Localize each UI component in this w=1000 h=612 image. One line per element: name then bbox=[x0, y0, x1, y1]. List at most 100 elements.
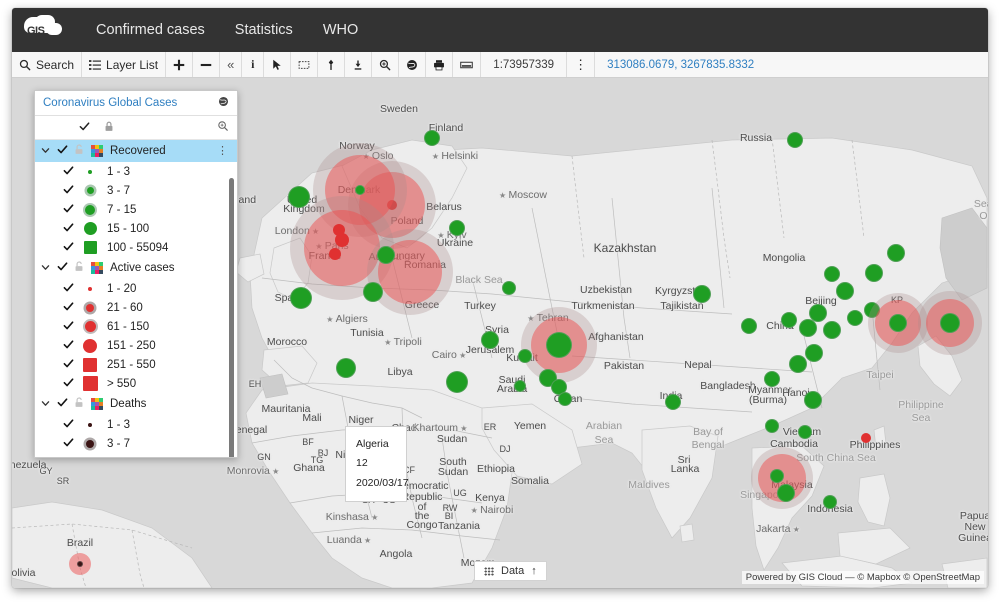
nav-statistics[interactable]: Statistics bbox=[235, 16, 293, 44]
check-icon[interactable] bbox=[63, 358, 73, 372]
chevron-down-icon[interactable] bbox=[41, 146, 50, 157]
check-icon[interactable] bbox=[63, 377, 73, 391]
legend-symbol bbox=[81, 222, 99, 235]
layer-class-item[interactable]: 3 - 7 bbox=[35, 434, 237, 453]
layer-class-item[interactable]: 1 - 20 bbox=[35, 279, 237, 298]
measure-button[interactable] bbox=[318, 52, 345, 77]
layer-class-label: 7 - 15 bbox=[107, 457, 136, 458]
layer-class-item[interactable]: 151 - 250 bbox=[35, 336, 237, 355]
check-icon[interactable] bbox=[63, 282, 73, 296]
map-coordinates[interactable]: 313086.0679, 3267835.8332 bbox=[595, 52, 766, 77]
layer-class-label: > 550 bbox=[107, 378, 136, 390]
layer-group-active-cases[interactable]: Active cases bbox=[35, 257, 237, 279]
logo-text: GIS bbox=[27, 25, 44, 37]
legend-symbol bbox=[81, 339, 99, 353]
nav-confirmed-cases[interactable]: Confirmed cases bbox=[96, 16, 205, 44]
layer-class-item[interactable]: 21 - 60 bbox=[35, 298, 237, 317]
layer-group-recovered[interactable]: Recovered ⋮ bbox=[35, 140, 237, 162]
layer-list-label: Layer List bbox=[106, 58, 158, 72]
check-icon[interactable] bbox=[63, 203, 73, 217]
popup-date: 2020/03/17 bbox=[356, 474, 396, 493]
check-icon[interactable] bbox=[57, 261, 67, 275]
layer-list-button[interactable]: Layer List bbox=[82, 52, 166, 77]
check-icon[interactable] bbox=[63, 165, 73, 179]
legend-button[interactable] bbox=[453, 52, 481, 77]
legend-swatch-g-square bbox=[84, 241, 97, 254]
check-icon[interactable] bbox=[63, 241, 73, 255]
legend-swatch-d-ring-sm bbox=[86, 440, 94, 448]
layer-class-item[interactable]: 251 - 550 bbox=[35, 355, 237, 374]
check-all-icon[interactable] bbox=[79, 119, 90, 137]
legend-swatch-d-dot-xs bbox=[88, 423, 92, 427]
style-palette-icon bbox=[91, 262, 103, 274]
gis-cloud-app-window: GIS Confirmed cases Statistics WHO Searc… bbox=[12, 8, 988, 588]
magnify-button[interactable] bbox=[372, 52, 399, 77]
search-button[interactable]: Search bbox=[12, 52, 82, 77]
layer-panel-title[interactable]: Coronavirus Global Cases bbox=[43, 97, 218, 109]
check-icon[interactable] bbox=[57, 144, 67, 158]
layer-class-label: 21 - 60 bbox=[107, 302, 143, 314]
layer-class-label: 100 - 55094 bbox=[107, 242, 168, 254]
layer-class-item[interactable]: 7 - 15 bbox=[35, 200, 237, 219]
print-button[interactable] bbox=[426, 52, 453, 77]
search-layers-icon[interactable] bbox=[217, 119, 229, 137]
legend-swatch-g-circle bbox=[84, 222, 97, 235]
gis-cloud-logo[interactable]: GIS bbox=[22, 15, 66, 45]
legend-swatch-r-ring-sm bbox=[86, 304, 94, 312]
map-scale[interactable]: 1:73957339 bbox=[481, 52, 567, 77]
check-icon[interactable] bbox=[63, 437, 73, 451]
layer-class-item[interactable]: 1 - 3 bbox=[35, 415, 237, 434]
layer-list-panel[interactable]: Coronavirus Global Cases Recovered ⋮ 1 - 3… bbox=[34, 90, 238, 458]
layer-class-item[interactable]: > 550 bbox=[35, 374, 237, 393]
check-icon[interactable] bbox=[57, 397, 67, 411]
toolbar-overflow-button[interactable]: ⋮ bbox=[567, 52, 595, 77]
lock-icon[interactable] bbox=[74, 397, 84, 411]
data-panel-toggle[interactable]: Data ↑ bbox=[474, 561, 547, 581]
layer-list-scroll-area[interactable]: Recovered⋮1 - 33 - 77 - 1515 - 100100 - … bbox=[35, 140, 237, 457]
check-icon[interactable] bbox=[63, 456, 73, 458]
zoom-out-button[interactable] bbox=[193, 52, 220, 77]
layer-class-item[interactable]: 3 - 7 bbox=[35, 181, 237, 200]
check-icon[interactable] bbox=[63, 184, 73, 198]
layer-class-label: 1 - 3 bbox=[107, 419, 130, 431]
marker-button[interactable] bbox=[345, 52, 372, 77]
globe-icon[interactable] bbox=[218, 94, 229, 112]
chevron-down-icon[interactable] bbox=[41, 263, 50, 274]
lock-icon[interactable] bbox=[74, 261, 84, 275]
collapse-button[interactable]: « bbox=[220, 52, 242, 77]
search-icon bbox=[19, 59, 31, 71]
layer-class-label: 151 - 250 bbox=[107, 340, 156, 352]
arrow-up-icon: ↑ bbox=[531, 565, 537, 577]
check-icon[interactable] bbox=[63, 222, 73, 236]
select-box-button[interactable] bbox=[291, 52, 318, 77]
layer-class-item[interactable]: 100 - 55094 bbox=[35, 238, 237, 257]
nav-who[interactable]: WHO bbox=[323, 16, 358, 44]
layer-class-item[interactable]: 1 - 3 bbox=[35, 162, 237, 181]
feature-popup[interactable]: Algeria 12 2020/03/17 bbox=[345, 426, 407, 502]
legend-symbol bbox=[81, 440, 99, 448]
legend-symbol bbox=[81, 321, 99, 332]
check-icon[interactable] bbox=[63, 301, 73, 315]
lock-icon[interactable] bbox=[74, 144, 84, 158]
app-header: GIS Confirmed cases Statistics WHO bbox=[12, 8, 988, 52]
layer-options-icon[interactable]: ⋮ bbox=[217, 147, 237, 155]
info-button[interactable]: i bbox=[242, 52, 264, 77]
collapse-icon: « bbox=[227, 57, 234, 72]
panel-scrollbar-thumb[interactable] bbox=[229, 178, 234, 457]
print-icon bbox=[433, 59, 445, 71]
check-icon[interactable] bbox=[63, 339, 73, 353]
check-icon[interactable] bbox=[63, 418, 73, 432]
layer-class-item[interactable]: 7 - 15 bbox=[35, 453, 237, 457]
check-icon[interactable] bbox=[63, 320, 73, 334]
layer-class-item[interactable]: 15 - 100 bbox=[35, 219, 237, 238]
layer-group-deaths[interactable]: Deaths bbox=[35, 393, 237, 415]
layer-panel-subheader bbox=[35, 116, 237, 140]
chevron-down-icon[interactable] bbox=[41, 399, 50, 410]
layer-class-item[interactable]: 61 - 150 bbox=[35, 317, 237, 336]
pointer-button[interactable] bbox=[264, 52, 291, 77]
globe-button[interactable] bbox=[399, 52, 426, 77]
grid-icon bbox=[484, 567, 494, 576]
lock-all-icon[interactable] bbox=[104, 119, 114, 137]
layer-group-label: Recovered bbox=[110, 145, 210, 157]
zoom-in-button[interactable] bbox=[166, 52, 193, 77]
